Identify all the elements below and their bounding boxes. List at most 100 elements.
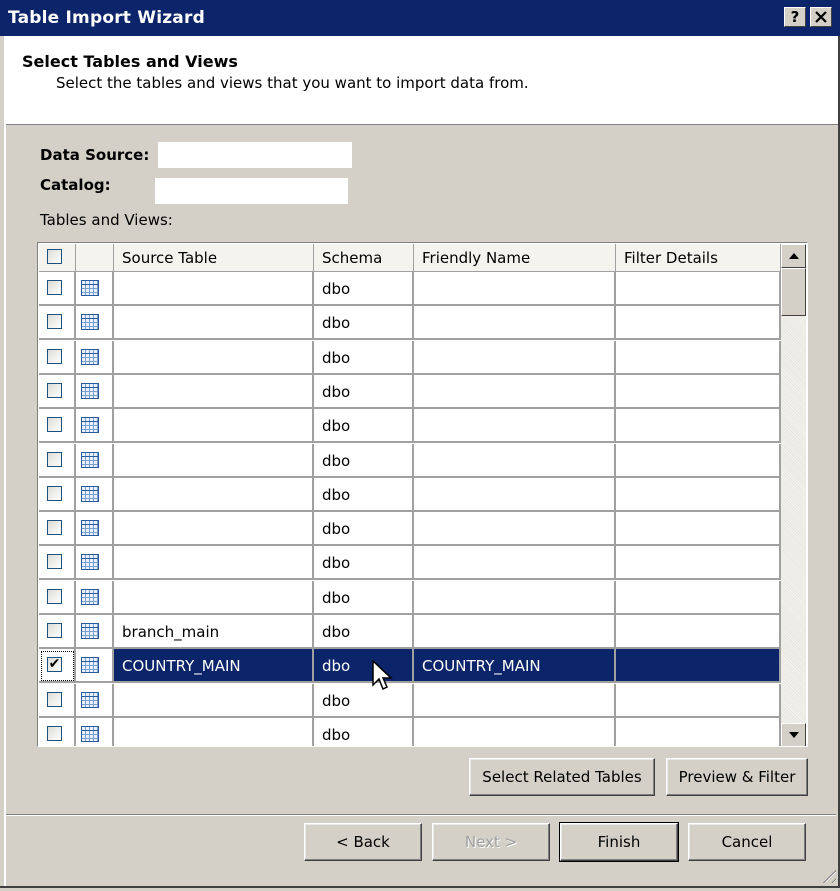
friendly-name-cell[interactable] [414, 306, 616, 341]
resize-grip-icon[interactable] [818, 865, 836, 883]
filter-details-cell[interactable] [616, 512, 781, 547]
row-checkbox-cell[interactable]: ✔ [39, 649, 76, 684]
schema-cell[interactable]: dbo [314, 272, 414, 306]
schema-cell[interactable]: dbo [314, 615, 414, 649]
filter-details-cell[interactable] [616, 649, 781, 684]
row-checkbox[interactable] [47, 725, 62, 741]
row-checkbox[interactable]: ✔ [47, 657, 62, 673]
schema-cell[interactable]: dbo [314, 717, 414, 746]
table-row[interactable]: dbo [39, 512, 781, 547]
table-row[interactable]: ✔ COUNTRY_MAIN dbo COUNTRY_MAIN [39, 649, 781, 684]
table-row[interactable]: dbo [39, 717, 781, 746]
source-table-cell[interactable] [114, 443, 314, 478]
source-table-cell[interactable] [114, 374, 314, 409]
close-button[interactable] [810, 7, 832, 27]
column-header-friendly-name[interactable]: Friendly Name [414, 244, 616, 272]
filter-details-cell[interactable] [616, 615, 781, 649]
row-checkbox-cell[interactable] [39, 580, 76, 615]
friendly-name-cell[interactable] [414, 683, 616, 718]
friendly-name-cell[interactable] [414, 409, 616, 444]
filter-details-cell[interactable] [616, 443, 781, 478]
row-checkbox-cell[interactable] [39, 477, 76, 512]
table-row[interactable]: dbo [39, 409, 781, 444]
source-table-cell[interactable] [114, 546, 314, 581]
tables-grid[interactable]: Source Table Schema Friendly Name Filter… [37, 242, 808, 747]
schema-cell[interactable]: dbo [314, 580, 414, 615]
source-table-cell[interactable] [114, 272, 314, 306]
row-checkbox[interactable] [47, 554, 62, 570]
filter-details-cell[interactable] [616, 374, 781, 409]
friendly-name-cell[interactable] [414, 272, 616, 306]
filter-details-cell[interactable] [616, 717, 781, 746]
row-checkbox-cell[interactable] [39, 683, 76, 718]
vertical-scrollbar[interactable] [781, 244, 806, 746]
schema-cell[interactable]: dbo [314, 409, 414, 444]
back-button[interactable]: < Back [304, 823, 422, 861]
preview-filter-button[interactable]: Preview & Filter [666, 758, 808, 796]
friendly-name-cell[interactable] [414, 580, 616, 615]
scroll-up-button[interactable] [781, 244, 806, 268]
row-checkbox[interactable] [47, 520, 62, 536]
schema-cell[interactable]: dbo [314, 546, 414, 581]
table-row[interactable]: dbo [39, 340, 781, 375]
scroll-thumb[interactable] [781, 268, 806, 316]
column-header-source-table[interactable]: Source Table [114, 244, 314, 272]
schema-cell[interactable]: dbo [314, 340, 414, 375]
filter-details-cell[interactable] [616, 272, 781, 306]
row-checkbox-cell[interactable] [39, 306, 76, 341]
row-checkbox-cell[interactable] [39, 374, 76, 409]
table-row[interactable]: dbo [39, 443, 781, 478]
friendly-name-cell[interactable] [414, 717, 616, 746]
row-checkbox[interactable] [47, 280, 62, 295]
select-related-tables-button[interactable]: Select Related Tables [469, 758, 655, 796]
source-table-cell[interactable] [114, 580, 314, 615]
filter-details-cell[interactable] [616, 580, 781, 615]
table-row[interactable]: dbo [39, 683, 781, 718]
schema-cell[interactable]: dbo [314, 683, 414, 718]
row-checkbox[interactable] [47, 485, 62, 501]
table-row[interactable]: dbo [39, 477, 781, 512]
row-checkbox[interactable] [47, 451, 62, 467]
schema-cell[interactable]: dbo [314, 443, 414, 478]
source-table-cell[interactable] [114, 409, 314, 444]
filter-details-cell[interactable] [616, 340, 781, 375]
row-checkbox-cell[interactable] [39, 615, 76, 649]
filter-details-cell[interactable] [616, 477, 781, 512]
row-checkbox[interactable] [47, 623, 62, 638]
friendly-name-cell[interactable] [414, 443, 616, 478]
table-row[interactable]: dbo [39, 272, 781, 306]
select-all-cell[interactable] [39, 244, 76, 272]
finish-button[interactable]: Finish [559, 822, 679, 862]
table-row[interactable]: dbo [39, 580, 781, 615]
filter-details-cell[interactable] [616, 546, 781, 581]
source-table-cell[interactable] [114, 512, 314, 547]
source-table-cell[interactable] [114, 683, 314, 718]
table-row[interactable]: dbo [39, 374, 781, 409]
cancel-button[interactable]: Cancel [688, 823, 806, 861]
source-table-cell[interactable] [114, 717, 314, 746]
table-row[interactable]: branch_main dbo [39, 615, 781, 649]
schema-cell[interactable]: dbo [314, 374, 414, 409]
row-checkbox-cell[interactable] [39, 409, 76, 444]
column-header-schema[interactable]: Schema [314, 244, 414, 272]
source-table-cell[interactable]: branch_main [114, 615, 314, 649]
row-checkbox[interactable] [47, 691, 62, 707]
source-table-cell[interactable] [114, 477, 314, 512]
row-checkbox[interactable] [47, 348, 62, 364]
table-row[interactable]: dbo [39, 306, 781, 341]
row-checkbox-cell[interactable] [39, 272, 76, 306]
row-checkbox-cell[interactable] [39, 717, 76, 746]
friendly-name-cell[interactable] [414, 512, 616, 547]
filter-details-cell[interactable] [616, 306, 781, 341]
help-button[interactable]: ? [784, 7, 806, 27]
schema-cell[interactable]: dbo [314, 306, 414, 341]
friendly-name-cell[interactable]: COUNTRY_MAIN [414, 649, 616, 684]
schema-cell[interactable]: dbo [314, 477, 414, 512]
row-checkbox-cell[interactable] [39, 512, 76, 547]
row-checkbox[interactable] [47, 314, 62, 330]
column-header-filter-details[interactable]: Filter Details [616, 244, 781, 272]
row-checkbox[interactable] [47, 588, 62, 604]
select-all-checkbox[interactable] [47, 249, 62, 264]
friendly-name-cell[interactable] [414, 340, 616, 375]
schema-cell[interactable]: dbo [314, 512, 414, 547]
